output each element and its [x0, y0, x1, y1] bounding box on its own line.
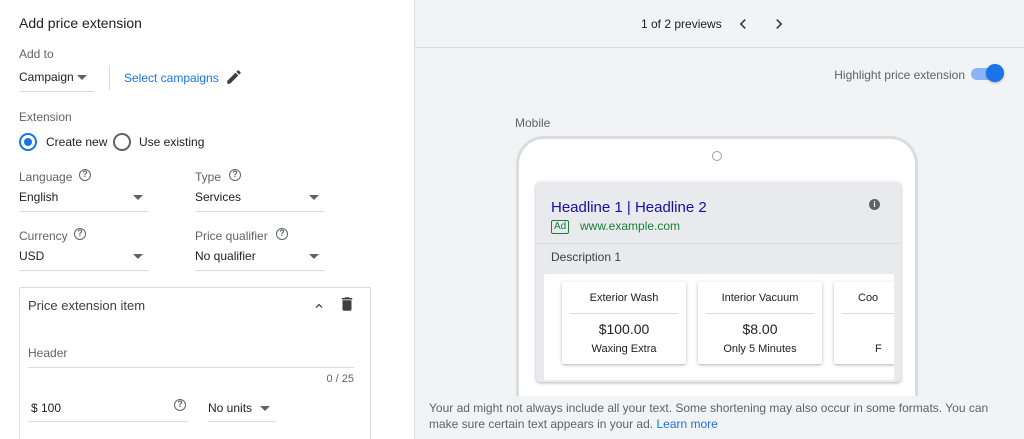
price-item-description: Waxing Extra — [591, 343, 657, 355]
price-item-header: Exterior Wash — [589, 292, 659, 304]
speaker-icon — [712, 151, 722, 161]
help-icon[interactable]: ? — [229, 169, 241, 181]
price-item-price: $100.00 — [598, 321, 650, 337]
divider — [842, 313, 894, 314]
ad-headline[interactable]: Headline 1 | Headline 2 — [551, 199, 707, 216]
use-existing-radio[interactable] — [113, 133, 131, 151]
help-icon[interactable]: ? — [276, 228, 288, 240]
currency-dropdown[interactable]: USD — [19, 245, 149, 271]
chevron-up-icon[interactable] — [312, 299, 326, 313]
add-extension-panel: Add price extension Add to Campaign Sele… — [0, 0, 415, 439]
header-placeholder: Header — [28, 346, 68, 360]
device-label: Mobile — [515, 116, 551, 130]
type-dropdown[interactable]: Services — [195, 186, 325, 212]
price-item-card[interactable]: Coo F — [834, 282, 894, 364]
price-qualifier-label: Price qualifier — [195, 229, 268, 243]
caret-down-icon — [309, 195, 319, 200]
price-item-description: F — [875, 343, 882, 355]
divider — [536, 243, 901, 244]
language-label: Language — [19, 170, 73, 184]
char-count: 0 / 25 — [326, 373, 354, 385]
caret-down-icon — [77, 75, 87, 80]
header-input[interactable]: Header — [28, 344, 354, 368]
add-to-value: Campaign — [19, 70, 74, 84]
caret-down-icon — [133, 254, 143, 259]
chevron-right-icon[interactable] — [769, 14, 789, 34]
preview-topbar: 1 of 2 previews — [415, 0, 1024, 48]
price-input[interactable]: $ 100 — [28, 396, 188, 422]
price-item-header: Coo — [858, 292, 879, 304]
add-to-dropdown[interactable]: Campaign — [19, 66, 94, 92]
currency-value: USD — [19, 249, 45, 263]
chevron-left-icon[interactable] — [733, 14, 753, 34]
preview-counter: 1 of 2 previews — [641, 17, 722, 31]
create-new-radio[interactable] — [19, 133, 37, 151]
ad-badge: Ad — [551, 220, 570, 234]
price-item-price: $8.00 — [742, 321, 778, 337]
price-item-header: Interior Vacuum — [721, 292, 799, 304]
price-items-carousel: Exterior Wash $100.00 Waxing Extra Inter… — [544, 274, 894, 380]
panel-title: Add price extension — [19, 15, 142, 31]
create-new-label: Create new — [46, 135, 108, 149]
caret-down-icon — [260, 406, 270, 411]
add-to-label: Add to — [19, 47, 54, 61]
select-campaigns-link[interactable]: Select campaigns — [124, 71, 219, 85]
help-icon[interactable]: ? — [174, 399, 186, 411]
disclaimer-text: Your ad might not always include all you… — [429, 400, 1009, 432]
divider — [109, 66, 110, 90]
price-item-description: Only 5 Minutes — [723, 343, 797, 355]
divider — [706, 313, 814, 314]
ad-description: Description 1 — [551, 250, 622, 264]
type-label: Type — [195, 170, 222, 184]
divider — [570, 313, 678, 314]
caret-down-icon — [309, 254, 319, 259]
price-value: $ 100 — [31, 401, 62, 415]
help-icon[interactable]: ? — [74, 228, 86, 240]
ad-url: www.example.com — [580, 219, 681, 233]
price-qualifier-value: No qualifier — [195, 249, 256, 263]
phone-frame: Headline 1 | Headline 2 Ad www.example.c… — [516, 136, 918, 396]
caret-down-icon — [133, 195, 143, 200]
price-qualifier-dropdown[interactable]: No qualifier — [195, 245, 325, 271]
units-dropdown[interactable]: No units — [208, 396, 276, 422]
extension-label: Extension — [19, 110, 72, 124]
language-value: English — [19, 190, 59, 204]
pencil-icon[interactable] — [225, 68, 243, 86]
price-extension-item-card: Price extension item Header 0 / 25 $ 100… — [19, 287, 371, 439]
trash-icon[interactable] — [338, 295, 356, 313]
toggle-knob[interactable] — [986, 64, 1004, 82]
units-value: No units — [208, 401, 253, 415]
price-item-card[interactable]: Interior Vacuum $8.00 Only 5 Minutes — [698, 282, 822, 364]
use-existing-label: Use existing — [139, 135, 205, 149]
preview-pane: 1 of 2 previews Highlight price extensio… — [415, 0, 1024, 439]
ad-preview: Headline 1 | Headline 2 Ad www.example.c… — [536, 182, 901, 382]
card-title: Price extension item — [28, 298, 146, 313]
type-value: Services — [195, 190, 242, 204]
highlight-label: Highlight price extension — [834, 68, 965, 82]
info-icon[interactable]: i — [869, 199, 880, 210]
currency-label: Currency — [19, 229, 68, 243]
language-dropdown[interactable]: English — [19, 186, 149, 212]
learn-more-link[interactable]: Learn more — [656, 417, 717, 431]
price-item-card[interactable]: Exterior Wash $100.00 Waxing Extra — [562, 282, 686, 364]
help-icon[interactable]: ? — [79, 169, 91, 181]
